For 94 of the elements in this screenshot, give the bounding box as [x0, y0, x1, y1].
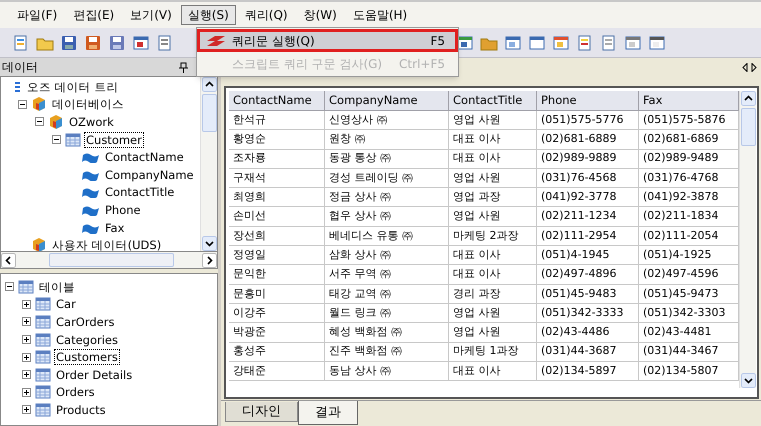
column-header[interactable]: CompanyName: [325, 91, 449, 111]
table-cell: (031)76-4568: [537, 168, 639, 188]
table-cell: (051)4-1945: [537, 246, 639, 266]
tree-item[interactable]: 사용자 데이터(UDS): [50, 237, 164, 251]
table-cell: (02)111-2954: [537, 226, 639, 246]
table-cell: 영업 사원: [449, 168, 537, 188]
table-cell: 조자룡: [229, 150, 325, 169]
shortcut: Ctrl+F5: [399, 56, 445, 72]
panel-title: 데이터: [2, 59, 38, 76]
table-cell: 마케팅 2과장: [449, 226, 537, 246]
table-cell: 정영일: [229, 246, 325, 266]
table-cell: (051)575-5776: [537, 111, 639, 130]
table-cell: 대표 이사: [449, 150, 537, 169]
table-cell: 신영상사 ㈜: [325, 111, 449, 130]
table-cell: 동광 통상 ㈜: [325, 150, 449, 169]
table-cell: (02)211-1234: [537, 207, 639, 227]
table-cell: 진주 백화점 ㈜: [325, 342, 449, 362]
tree-item[interactable]: CarOrders: [54, 314, 116, 330]
table-cell: 영업 과장: [449, 188, 537, 208]
table-cell: 강태준: [229, 362, 325, 382]
tree-item[interactable]: Categories: [54, 332, 120, 348]
table-cell: (02)989-9889: [537, 150, 639, 169]
tab[interactable]: 디자인: [225, 402, 298, 422]
tree-item[interactable]: ContactName: [103, 149, 186, 166]
tree-item[interactable]: Order Details: [54, 366, 134, 383]
tree-item[interactable]: ContactTitle: [103, 184, 176, 200]
table-cell: 황영순: [229, 130, 325, 150]
tree-item[interactable]: CompanyName: [103, 166, 196, 183]
column-header[interactable]: ContactName: [229, 91, 325, 111]
table-cell: 서주 무역 ㈜: [325, 265, 449, 285]
menu-item[interactable]: 창(W): [296, 5, 344, 25]
table-cell: 영업 사원: [449, 304, 537, 324]
tree-item[interactable]: OZwork: [67, 114, 116, 130]
column-header[interactable]: Fax: [639, 91, 739, 111]
table-cell: (02)497-4896: [537, 265, 639, 285]
tree-item[interactable]: 데이터베이스: [50, 96, 126, 112]
table-cell: (02)681-6889: [537, 130, 639, 150]
table-cell: 대표 이사: [449, 130, 537, 150]
tree-item[interactable]: Customers: [54, 349, 120, 366]
table-cell: 경성 트레이딩 ㈜: [325, 168, 449, 188]
table-cell: 원창 ㈜: [325, 130, 449, 150]
table-cell: 영업 사원: [449, 111, 537, 130]
table-cell: (051)45-9483: [537, 284, 639, 304]
table-cell: 대표 이사: [449, 362, 537, 382]
table-cell: (051)342-3333: [537, 304, 639, 324]
table-cell: 홍성주: [229, 342, 325, 362]
table-cell: 협우 상사 ㈜: [325, 207, 449, 227]
table-cell: (02)134-5897: [537, 362, 639, 382]
table-cell: 구재석: [229, 168, 325, 188]
table-cell: 정금 상사 ㈜: [325, 188, 449, 208]
table-cell: 장선희: [229, 226, 325, 246]
table-cell: 삼화 상사 ㈜: [325, 246, 449, 266]
menu-entry-label: 쿼리문 실행(Q): [232, 32, 316, 50]
table-cell: 이강주: [229, 304, 325, 324]
menu-item[interactable]: 편집(E): [66, 5, 122, 25]
table-cell: 영업 사원: [449, 207, 537, 227]
table-cell: 박광준: [229, 323, 325, 343]
table-cell: 영업 사원: [449, 323, 537, 343]
menu-item[interactable]: 실행(S): [180, 5, 236, 25]
table-cell: 마케팅 1과장: [449, 342, 537, 362]
table-cell: (02)43-4486: [537, 323, 639, 343]
tree-item[interactable]: Products: [54, 402, 108, 418]
menu-item[interactable]: 도움말(H): [346, 5, 414, 25]
table-cell: 대표 이사: [449, 265, 537, 285]
table-cell: 혜성 백화점 ㈜: [325, 323, 449, 343]
tree-item[interactable]: Customer: [84, 132, 144, 148]
tree-item[interactable]: Fax: [103, 220, 126, 236]
table-cell: 동남 상사 ㈜: [325, 362, 449, 382]
table-cell: 문흥미: [229, 284, 325, 304]
menu-item[interactable]: 쿼리(Q): [238, 5, 295, 25]
menu-entry[interactable]: 쿼리문 실행(Q) F5: [197, 29, 458, 52]
column-header[interactable]: ContactTitle: [449, 91, 537, 111]
table-cell: 문익한: [229, 265, 325, 285]
table-cell: 경리 과장: [449, 284, 537, 304]
menu-item[interactable]: 보기(V): [123, 5, 179, 25]
table-cell: (031)44-3687: [537, 342, 639, 362]
table-cell: 태강 교역 ㈜: [325, 284, 449, 304]
tab[interactable]: 결과: [298, 401, 358, 425]
menu-entry-label: 스크립트 쿼리 구문 검사(G): [232, 56, 384, 72]
tree-item[interactable]: Car: [54, 296, 78, 312]
tree-item[interactable]: 테이블: [37, 278, 77, 295]
tree-item[interactable]: Phone: [103, 202, 143, 218]
table-cell: 한석규: [229, 111, 325, 130]
tree-item[interactable]: Orders: [54, 384, 97, 400]
table-cell: 월드 링크 ㈜: [325, 304, 449, 324]
menu-item[interactable]: 파일(F): [10, 5, 64, 25]
table-cell: 대표 이사: [449, 246, 537, 266]
table-cell: 최영희: [229, 188, 325, 208]
shortcut: F5: [430, 32, 445, 50]
tree-item[interactable]: 오즈 데이터 트리: [25, 78, 120, 95]
table-cell: 손미선: [229, 207, 325, 227]
table-cell: 베네디스 유통 ㈜: [325, 226, 449, 246]
column-header[interactable]: Phone: [537, 91, 639, 111]
table-cell: (041)92-3778: [537, 188, 639, 208]
